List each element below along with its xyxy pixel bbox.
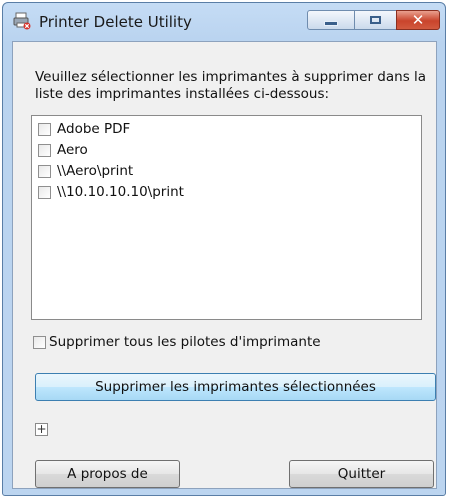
dialog-body: Veuillez sélectionner les imprimantes à … (12, 41, 437, 489)
printer-label: Adobe PDF (57, 121, 131, 137)
delete-drivers-checkbox[interactable] (33, 335, 46, 349)
printer-list-item[interactable]: Aero (38, 140, 88, 160)
printer-checkbox[interactable] (38, 164, 51, 178)
expand-icon[interactable]: + (35, 423, 48, 436)
printer-checkbox[interactable] (38, 122, 51, 136)
instructions-text: Veuillez sélectionner les imprimantes à … (35, 69, 427, 102)
printer-list-item[interactable]: Adobe PDF (38, 119, 130, 139)
printer-delete-icon (13, 12, 31, 30)
printer-label: \\Aero\print (57, 163, 134, 179)
title-bar[interactable]: Printer Delete Utility ✕ (3, 3, 445, 41)
maximize-icon (370, 16, 381, 24)
printer-checkbox[interactable] (38, 143, 51, 157)
delete-selected-button[interactable]: Supprimer les imprimantes sélectionnées (35, 373, 436, 401)
printer-checkbox[interactable] (38, 185, 51, 199)
app-window: Printer Delete Utility ✕ Veuillez sélect… (2, 2, 446, 496)
close-icon: ✕ (411, 11, 425, 29)
printer-label: \\10.10.10.10\print (57, 184, 184, 200)
printer-list[interactable]: Adobe PDF Aero \\Aero\print \\10.10.10.1… (31, 115, 422, 320)
printer-label: Aero (57, 142, 88, 158)
window-title: Printer Delete Utility (39, 13, 192, 31)
minimize-icon (324, 20, 338, 26)
about-button[interactable]: A propos de (35, 460, 180, 488)
quit-button[interactable]: Quitter (289, 460, 434, 488)
printer-list-item[interactable]: \\Aero\print (38, 161, 133, 181)
minimize-button[interactable] (307, 10, 355, 30)
delete-drivers-option[interactable]: Supprimer tous les pilotes d'imprimante (33, 334, 321, 350)
close-button[interactable]: ✕ (396, 10, 440, 30)
maximize-button[interactable] (355, 10, 397, 30)
delete-drivers-label: Supprimer tous les pilotes d'imprimante (49, 334, 321, 350)
printer-list-item[interactable]: \\10.10.10.10\print (38, 182, 184, 202)
